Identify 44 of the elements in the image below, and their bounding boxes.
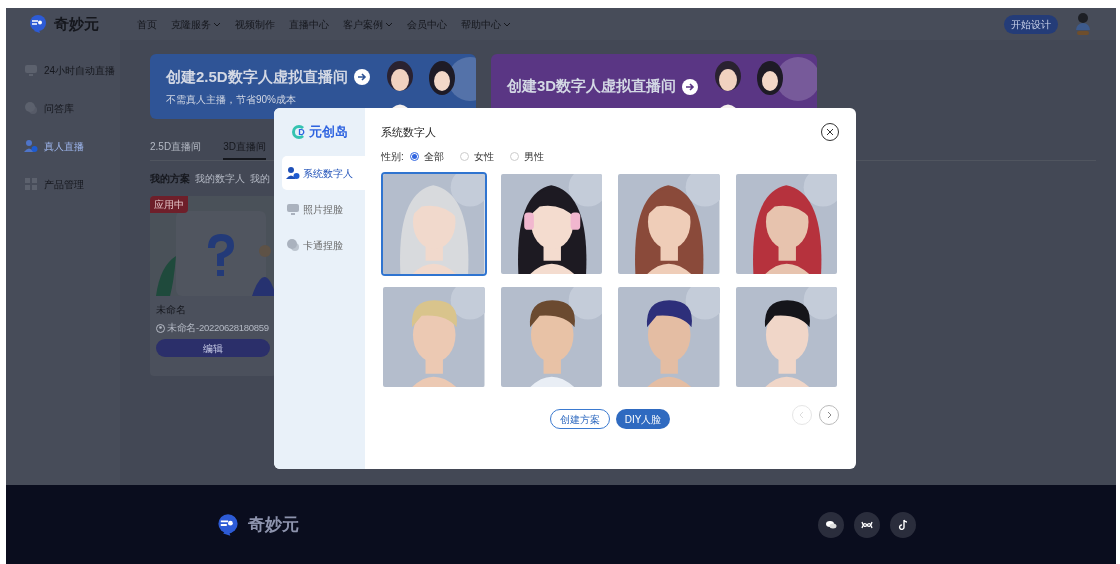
gender-radio[interactable]: 全部 (409, 149, 444, 164)
user-avatar[interactable] (1074, 13, 1092, 35)
chevron-down-icon (503, 20, 511, 28)
chat-bubbles-icon[interactable] (818, 511, 844, 538)
arrow-right-icon (682, 78, 699, 95)
brand-name: 奇妙元 (54, 13, 99, 34)
gender-radio[interactable]: 女性 (459, 149, 494, 164)
plan-owner: 未命名-20220628180859 (167, 321, 269, 335)
dialog-title: 系统数字人 (381, 124, 436, 140)
chat-icon (286, 238, 300, 252)
brand-logo-icon: D (291, 125, 306, 139)
diy-face-button[interactable]: DIY人脸 (615, 409, 671, 429)
logo-icon (216, 512, 240, 537)
sub-tab[interactable]: 我的数字人 (195, 171, 245, 186)
sidebar-item[interactable]: 真人直播 (24, 136, 120, 156)
dialog-menu-item[interactable]: 卡通捏脸 (282, 228, 365, 262)
infinity-icon[interactable] (854, 511, 880, 538)
start-design-button[interactable]: 开始设计 (1004, 14, 1058, 34)
create-plan-button[interactable]: 创建方案 (549, 409, 610, 429)
logo-icon (28, 14, 48, 34)
banner-subtitle: 不需真人主播，节省90%成本 (166, 93, 297, 108)
room-tab[interactable]: 2.5D直播间 (150, 139, 202, 160)
banner-title: 创建2.5D数字人虚拟直播间 (166, 66, 348, 87)
chevron-down-icon (385, 20, 393, 28)
chevron-left-icon (798, 411, 806, 419)
person-icon (286, 166, 300, 180)
dialog-menu-item[interactable]: 照片捏脸 (282, 192, 365, 226)
gender-radio[interactable]: 男性 (509, 149, 544, 164)
sub-tab[interactable]: 我的 (250, 171, 270, 186)
footer-brand-name: 奇妙元 (248, 513, 299, 536)
close-icon (826, 128, 834, 136)
user-icon (156, 323, 165, 333)
chevron-down-icon (213, 20, 221, 28)
dialog-menu-item[interactable]: 系统数字人 (282, 156, 365, 190)
status-badge: 应用中 (150, 196, 188, 213)
brand-name: 元创岛 (308, 123, 348, 142)
monitor-icon (286, 202, 300, 216)
edit-button[interactable]: 编辑 (156, 339, 270, 358)
gender-label: 性别: (381, 150, 404, 164)
person-icon (24, 139, 38, 153)
chevron-right-icon (825, 411, 833, 419)
music-note-icon[interactable] (890, 511, 916, 538)
arrow-right-icon (353, 69, 370, 85)
banner-title: 创建3D数字人虚拟直播间 (507, 76, 677, 97)
